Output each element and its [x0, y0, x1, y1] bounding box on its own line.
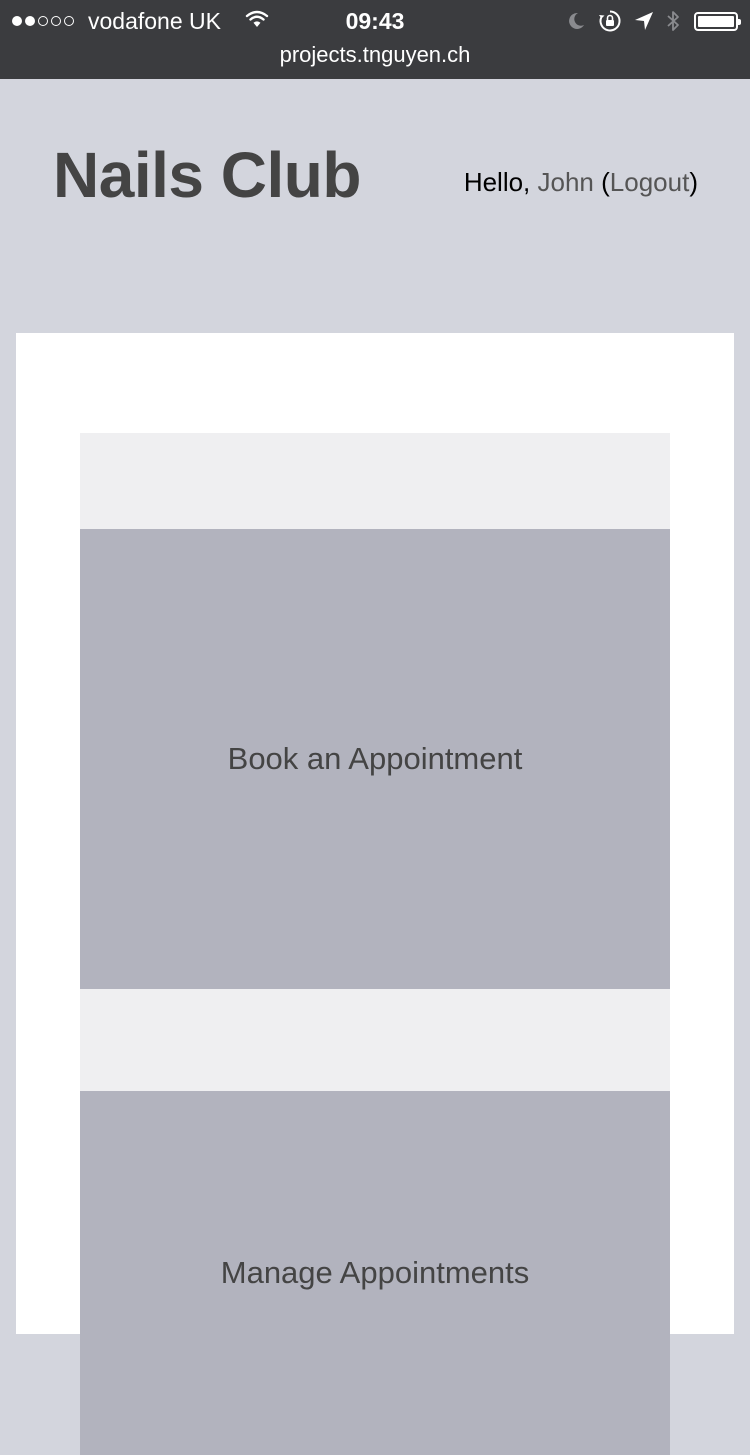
battery-icon: [694, 11, 741, 31]
user-name-link[interactable]: John: [538, 167, 594, 197]
site-title[interactable]: Nails Club: [53, 137, 361, 213]
page-header: Nails Club Hello, John (Logout): [0, 79, 750, 333]
status-bar: vodafone UK 09:43 projects.tnguyen.ch: [0, 0, 750, 79]
tile-spacer: [80, 433, 670, 529]
paren-open: (: [593, 167, 610, 197]
manage-appointments-tile[interactable]: Manage Appointments: [80, 1091, 670, 1455]
logout-link[interactable]: Logout: [610, 167, 690, 197]
status-icons: [554, 8, 741, 34]
book-appointment-label: Book an Appointment: [227, 741, 523, 776]
bluetooth-icon: [666, 9, 680, 33]
book-appointment-tile[interactable]: Book an Appointment: [80, 529, 670, 989]
tile-spacer: [80, 989, 670, 1091]
url-bar[interactable]: projects.tnguyen.ch: [0, 41, 750, 69]
location-arrow-icon: [634, 11, 654, 31]
rotation-lock-icon: [598, 9, 622, 33]
paren-close: ): [689, 167, 698, 197]
manage-appointments-label: Manage Appointments: [220, 1255, 530, 1290]
user-greeting: Hello, John (Logout): [464, 167, 698, 197]
greeting-prefix: Hello,: [463, 167, 538, 197]
content-card: Book an Appointment Manage Appointments: [16, 333, 734, 1455]
moon-icon: [566, 11, 586, 31]
